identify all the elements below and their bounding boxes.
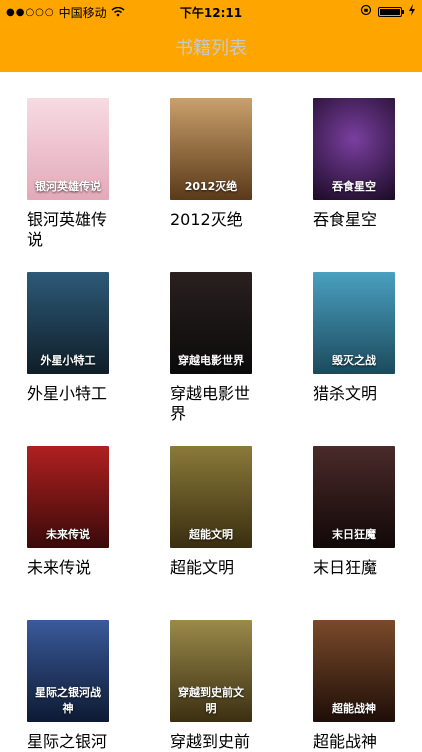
cover-title: 穿越电影世界 bbox=[178, 354, 244, 367]
book-cover[interactable]: 2012灭绝 bbox=[170, 98, 252, 200]
orientation-lock-icon bbox=[360, 4, 372, 19]
book-item[interactable]: 超能战神 超能战神 bbox=[313, 620, 422, 752]
book-cover[interactable]: 毁灭之战 bbox=[313, 272, 395, 374]
cover-title: 2012灭绝 bbox=[184, 180, 238, 193]
book-cover[interactable]: 超能文明 bbox=[170, 446, 252, 548]
book-title: 未来传说 bbox=[27, 558, 92, 577]
book-title: 穿越电影世界 bbox=[170, 384, 251, 423]
status-time: 下午12:11 bbox=[179, 6, 243, 20]
book-item[interactable]: 末日狂魔 末日狂魔 bbox=[313, 446, 422, 578]
book-item[interactable]: 毁灭之战 猎杀文明 bbox=[313, 272, 422, 404]
book-title: 2012灭绝 bbox=[170, 210, 243, 229]
book-cover[interactable]: 未来传说 bbox=[27, 446, 109, 548]
cover-title: 超能文明 bbox=[189, 528, 233, 541]
book-title: 超能文明 bbox=[170, 558, 235, 577]
book-title: 末日狂魔 bbox=[313, 558, 378, 577]
navigation-bar: 书籍列表 bbox=[0, 22, 422, 72]
book-item[interactable]: 外星小特工 外星小特工 bbox=[27, 272, 137, 404]
cover-title: 星际之银河战神 bbox=[35, 686, 101, 715]
book-cover[interactable]: 末日狂魔 bbox=[313, 446, 395, 548]
book-item[interactable]: 星际之银河战神 星际之银河 bbox=[27, 620, 137, 752]
book-title: 吞食星空 bbox=[313, 210, 378, 229]
book-title: 银河英雄传说 bbox=[27, 210, 108, 249]
status-right bbox=[360, 4, 416, 19]
book-item[interactable]: 未来传说 未来传说 bbox=[27, 446, 137, 578]
book-title: 星际之银河 bbox=[27, 732, 108, 751]
book-cover[interactable]: 穿越电影世界 bbox=[170, 272, 252, 374]
cover-title: 超能战神 bbox=[332, 702, 376, 715]
charging-icon bbox=[408, 4, 416, 19]
status-bar: ●●○○○ 中国移动 下午12:11 bbox=[0, 0, 422, 22]
cover-title: 末日狂魔 bbox=[332, 528, 376, 541]
book-cover[interactable]: 超能战神 bbox=[313, 620, 395, 722]
battery-icon bbox=[378, 6, 404, 17]
cover-title: 吞食星空 bbox=[332, 180, 376, 193]
book-cover[interactable]: 吞食星空 bbox=[313, 98, 395, 200]
page-title: 书籍列表 bbox=[175, 38, 247, 59]
cover-title: 未来传说 bbox=[46, 528, 90, 541]
cover-title: 外星小特工 bbox=[40, 354, 96, 367]
book-item[interactable]: 2012灭绝 2012灭绝 bbox=[170, 98, 280, 230]
book-title: 猎杀文明 bbox=[313, 384, 378, 403]
cover-title: 毁灭之战 bbox=[332, 354, 376, 367]
book-title: 超能战神 bbox=[313, 732, 378, 751]
book-item[interactable]: 银河英雄传说 银河英雄传说 bbox=[27, 98, 137, 250]
cover-title: 银河英雄传说 bbox=[35, 180, 101, 193]
book-title: 外星小特工 bbox=[27, 384, 108, 403]
book-item[interactable]: 超能文明 超能文明 bbox=[170, 446, 280, 578]
book-grid: 银河英雄传说 银河英雄传说 2012灭绝 2012灭绝 吞食星空 吞食星空 外星… bbox=[0, 72, 422, 752]
book-item[interactable]: 穿越电影世界 穿越电影世界 bbox=[170, 272, 280, 424]
book-cover[interactable]: 银河英雄传说 bbox=[27, 98, 109, 200]
book-cover[interactable]: 外星小特工 bbox=[27, 272, 109, 374]
book-item[interactable]: 穿越到史前文明 穿越到史前 bbox=[170, 620, 280, 752]
book-cover[interactable]: 星际之银河战神 bbox=[27, 620, 109, 722]
cover-title: 穿越到史前文明 bbox=[178, 686, 244, 715]
book-cover[interactable]: 穿越到史前文明 bbox=[170, 620, 252, 722]
book-item[interactable]: 吞食星空 吞食星空 bbox=[313, 98, 422, 230]
book-title: 穿越到史前 bbox=[170, 732, 251, 751]
